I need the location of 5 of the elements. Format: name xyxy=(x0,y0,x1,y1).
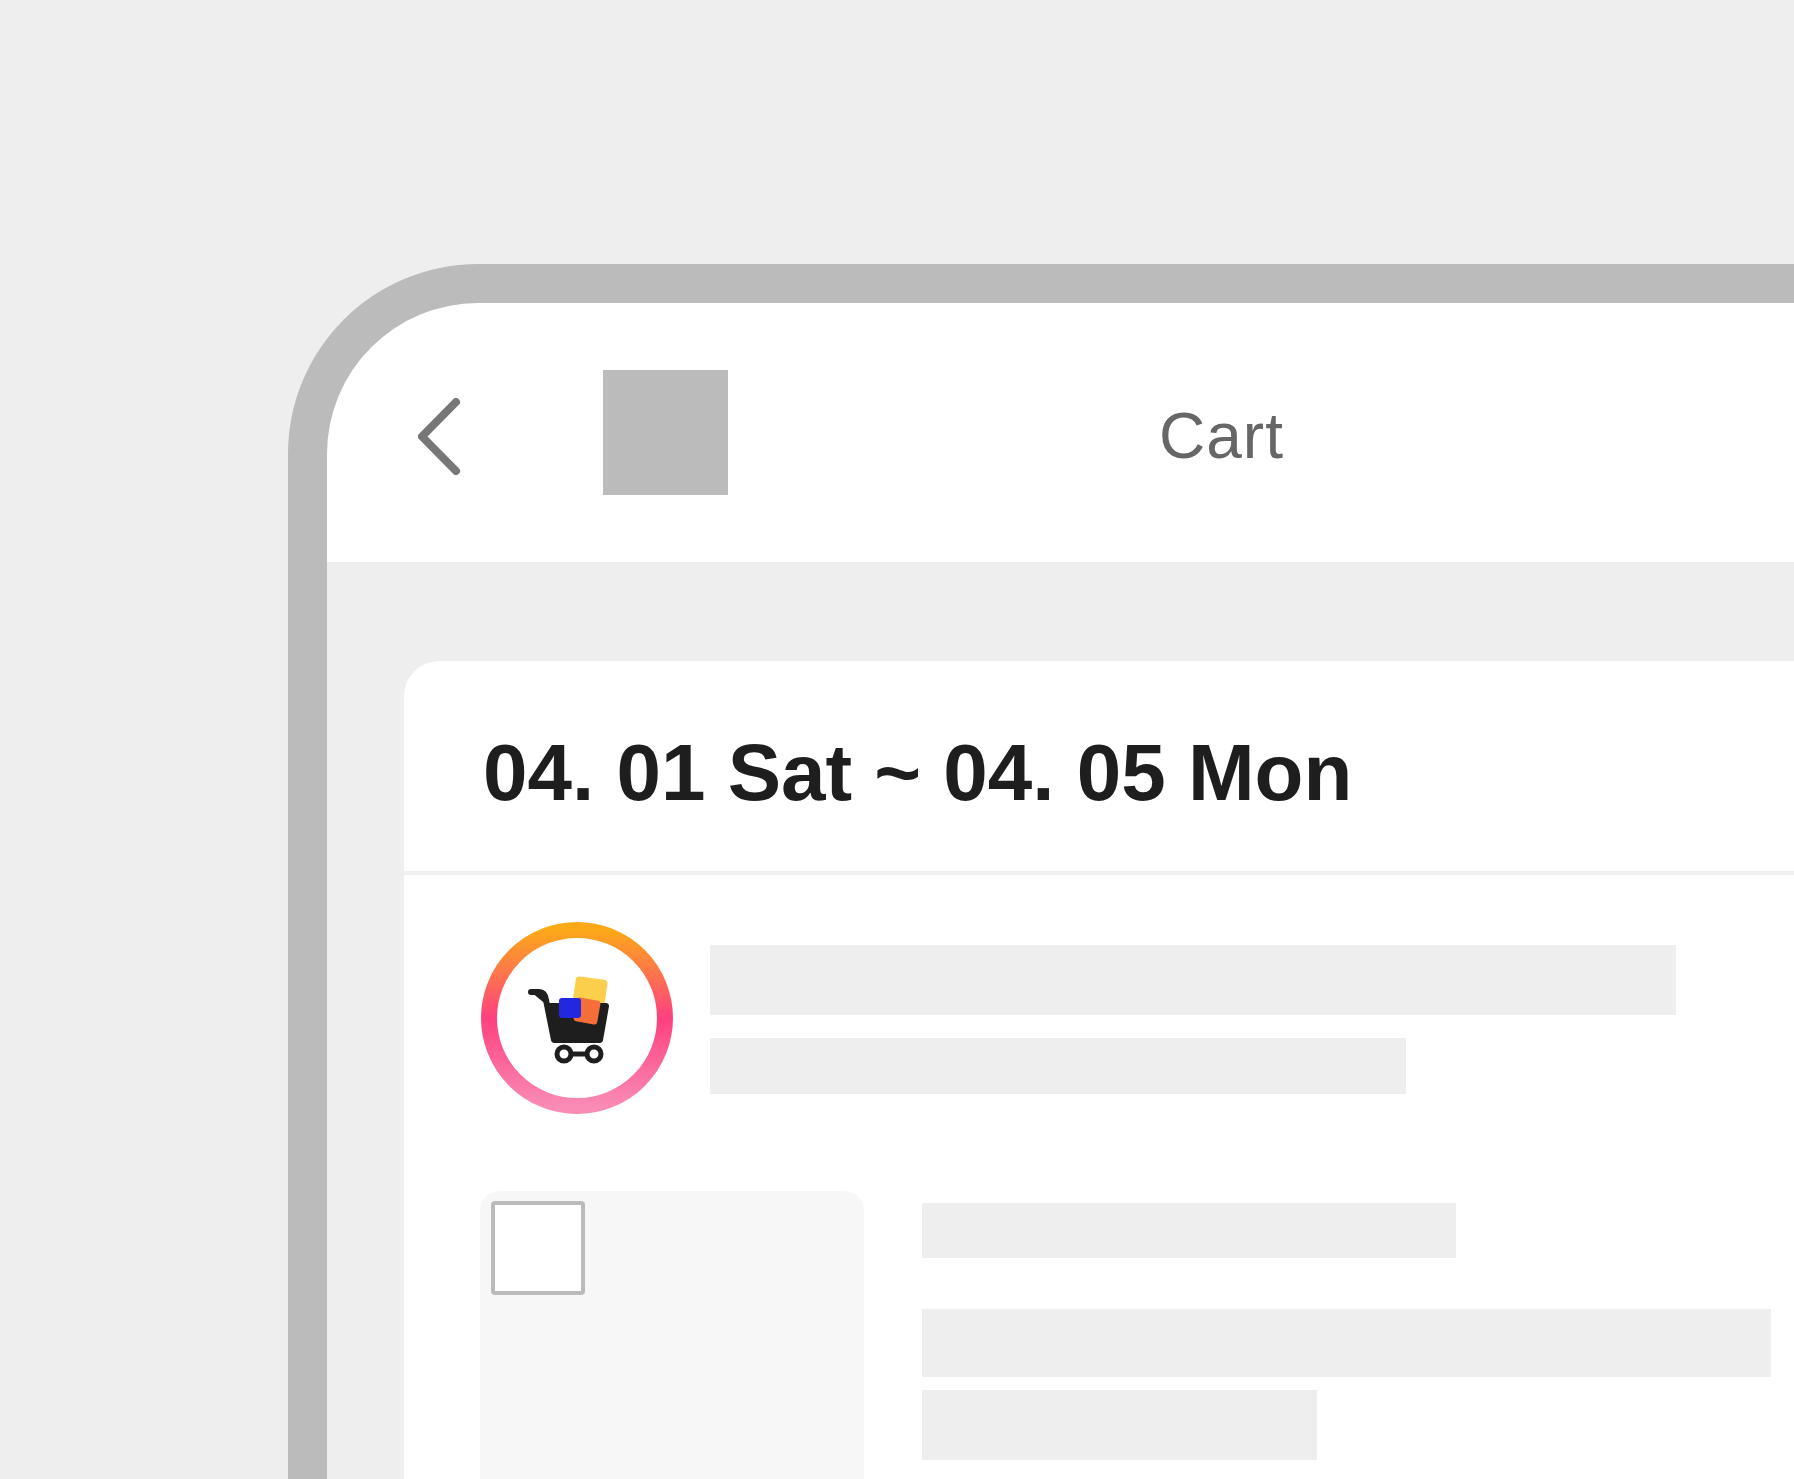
cart-logo-icon xyxy=(481,922,673,1114)
date-range: 04. 01 Sat ~ 04. 05 Mon xyxy=(404,661,1794,875)
screen-title: Cart xyxy=(1159,398,1284,473)
back-icon[interactable] xyxy=(418,398,461,475)
checkbox[interactable] xyxy=(491,1201,585,1295)
